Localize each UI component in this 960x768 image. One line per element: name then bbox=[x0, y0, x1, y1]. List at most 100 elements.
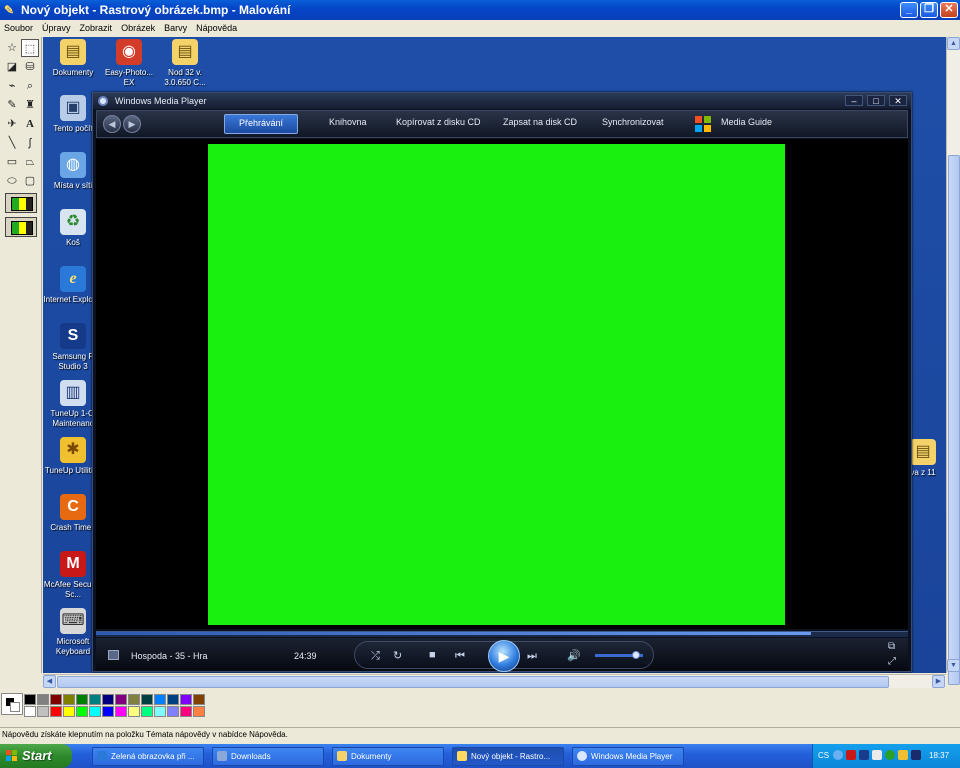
mute-icon[interactable]: 🔊 bbox=[567, 649, 581, 663]
color-swatch[interactable] bbox=[141, 706, 153, 717]
free-select-tool-icon[interactable]: ☆ bbox=[3, 39, 21, 57]
color-swatch[interactable] bbox=[76, 694, 88, 705]
desktop-icon-nod32[interactable]: ▤ Nod 32 v. 3.0.650 C... bbox=[155, 39, 215, 88]
color-picker-tool-icon[interactable]: ⌁ bbox=[3, 77, 21, 95]
tab-media-guide[interactable]: Media Guide bbox=[721, 117, 772, 127]
color-swatch[interactable] bbox=[89, 694, 101, 705]
color-swatch[interactable] bbox=[180, 694, 192, 705]
color-swatch[interactable] bbox=[89, 706, 101, 717]
tray-security-icon[interactable] bbox=[885, 750, 895, 760]
desktop-icon-dokumenty[interactable]: ▤ Dokumenty bbox=[43, 39, 103, 78]
color-swatch[interactable] bbox=[115, 694, 127, 705]
wmp-close-button[interactable]: ✕ bbox=[889, 95, 907, 106]
menu-obrazek[interactable]: Obrázek bbox=[117, 23, 160, 33]
tab-synchronizovat[interactable]: Synchronizovat bbox=[602, 117, 664, 127]
scroll-left-icon[interactable]: ◀ bbox=[43, 675, 56, 688]
color-swatch[interactable] bbox=[167, 706, 179, 717]
task-dokumenty[interactable]: Dokumenty bbox=[332, 747, 444, 766]
language-indicator[interactable]: CS bbox=[818, 751, 829, 760]
color-swatch[interactable] bbox=[193, 694, 205, 705]
text-tool-icon[interactable]: A bbox=[21, 115, 39, 133]
color-swatch[interactable] bbox=[102, 694, 114, 705]
tab-kopirovat[interactable]: Kopírovat z disku CD bbox=[396, 117, 481, 127]
forward-icon[interactable]: ▶ bbox=[123, 115, 141, 133]
close-button[interactable]: ✕ bbox=[940, 2, 958, 18]
fill-tool-icon[interactable]: ⛁ bbox=[21, 58, 39, 76]
menu-soubor[interactable]: Soubor bbox=[0, 23, 38, 33]
color-swatch[interactable] bbox=[141, 694, 153, 705]
tray-expand-icon[interactable] bbox=[833, 750, 843, 760]
previous-icon[interactable]: ⏮ bbox=[455, 649, 465, 663]
rounded-rect-tool-icon[interactable]: ▢ bbox=[21, 172, 39, 190]
vertical-scrollbar[interactable]: ▲ ▼ bbox=[946, 37, 960, 685]
color-swatch[interactable] bbox=[102, 706, 114, 717]
menu-napoveda[interactable]: Nápověda bbox=[192, 23, 242, 33]
video-area[interactable] bbox=[96, 139, 908, 629]
paint-title-bar[interactable]: ✎ Nový objekt - Rastrový obrázek.bmp - M… bbox=[0, 0, 960, 20]
transparent-option-icon[interactable] bbox=[5, 217, 37, 237]
horizontal-scrollbar[interactable]: ◀ ▶ bbox=[43, 674, 946, 688]
line-tool-icon[interactable]: ╲ bbox=[3, 134, 21, 152]
play-button[interactable]: ▶ bbox=[488, 640, 520, 672]
task-zelena-obrazovka[interactable]: Zelená obrazovka při ... bbox=[92, 747, 204, 766]
vertical-scroll-thumb[interactable] bbox=[948, 155, 960, 685]
task-windows-media-player[interactable]: Windows Media Player bbox=[572, 747, 684, 766]
tray-app-icon[interactable] bbox=[846, 750, 856, 760]
repeat-icon[interactable]: ↻ bbox=[393, 649, 402, 663]
magnifier-tool-icon[interactable]: ⌕ bbox=[21, 77, 39, 95]
tray-app-icon[interactable] bbox=[859, 750, 869, 760]
tab-knihovna[interactable]: Knihovna bbox=[329, 117, 367, 127]
shuffle-icon[interactable]: ⤮ bbox=[371, 649, 380, 663]
color-swatch[interactable] bbox=[128, 706, 140, 717]
airbrush-tool-icon[interactable]: ✈ bbox=[3, 115, 21, 133]
eraser-tool-icon[interactable]: ◪ bbox=[3, 58, 21, 76]
curve-tool-icon[interactable]: ∫ bbox=[21, 134, 39, 152]
media-player-window[interactable]: Windows Media Player – □ ✕ ◀ ▶ Přehráván… bbox=[92, 92, 912, 672]
tray-monitor-icon[interactable] bbox=[911, 750, 921, 760]
back-icon[interactable]: ◀ bbox=[103, 115, 121, 133]
full-screen-icon[interactable]: ⤢ bbox=[888, 655, 896, 669]
color-swatch[interactable] bbox=[24, 706, 36, 717]
volume-slider-knob[interactable] bbox=[631, 651, 640, 659]
color-swatch[interactable] bbox=[24, 694, 36, 705]
rectangle-tool-icon[interactable]: ▭ bbox=[3, 153, 21, 171]
task-novy-objekt[interactable]: Nový objekt - Rastro... bbox=[452, 747, 564, 766]
color-swatch[interactable] bbox=[167, 694, 179, 705]
volume-slider[interactable] bbox=[595, 651, 643, 659]
tab-prehravani[interactable]: Přehrávání bbox=[224, 114, 299, 134]
menu-barvy[interactable]: Barvy bbox=[160, 23, 192, 33]
paint-canvas[interactable]: ▤ Dokumenty ◉ Easy-Photo... EX ▤ Nod 32 … bbox=[43, 37, 949, 673]
task-downloads[interactable]: Downloads bbox=[212, 747, 324, 766]
color-swatch[interactable] bbox=[50, 706, 62, 717]
pencil-tool-icon[interactable]: ✎ bbox=[3, 96, 21, 114]
next-icon[interactable]: ⏭ bbox=[527, 649, 537, 663]
scroll-down-icon[interactable]: ▼ bbox=[947, 659, 960, 672]
color-swatch[interactable] bbox=[76, 706, 88, 717]
switch-to-skin-icon[interactable]: ⧉ bbox=[888, 640, 895, 654]
menu-upravy[interactable]: Úpravy bbox=[38, 23, 76, 33]
scroll-right-icon[interactable]: ▶ bbox=[932, 675, 945, 688]
media-player-title-bar[interactable]: Windows Media Player – □ ✕ bbox=[93, 93, 911, 109]
color-swatch[interactable] bbox=[37, 706, 49, 717]
stop-icon[interactable]: ■ bbox=[429, 648, 436, 662]
minimize-button[interactable]: _ bbox=[900, 2, 918, 18]
scroll-up-icon[interactable]: ▲ bbox=[947, 37, 960, 50]
color-swatch[interactable] bbox=[37, 694, 49, 705]
color-swatch[interactable] bbox=[154, 706, 166, 717]
color-swatch[interactable] bbox=[63, 694, 75, 705]
color-swatch[interactable] bbox=[193, 706, 205, 717]
color-swatch[interactable] bbox=[154, 694, 166, 705]
brush-tool-icon[interactable]: ♜ bbox=[21, 96, 39, 114]
ellipse-tool-icon[interactable]: ⬭ bbox=[3, 172, 21, 190]
wmp-minimize-button[interactable]: – bbox=[845, 95, 863, 106]
tray-tuneup-icon[interactable] bbox=[898, 750, 908, 760]
start-button[interactable]: Start bbox=[0, 744, 72, 768]
wmp-maximize-button[interactable]: □ bbox=[867, 95, 885, 106]
polygon-tool-icon[interactable]: ⏢ bbox=[21, 153, 39, 171]
tab-zapsat[interactable]: Zapsat na disk CD bbox=[503, 117, 577, 127]
color-swatch[interactable] bbox=[180, 706, 192, 717]
rect-select-tool-icon[interactable]: ⬚ bbox=[21, 39, 39, 57]
desktop-icon-easy-photo[interactable]: ◉ Easy-Photo... EX bbox=[99, 39, 159, 88]
opaque-option-icon[interactable] bbox=[5, 193, 37, 213]
seek-bar[interactable] bbox=[96, 631, 908, 637]
